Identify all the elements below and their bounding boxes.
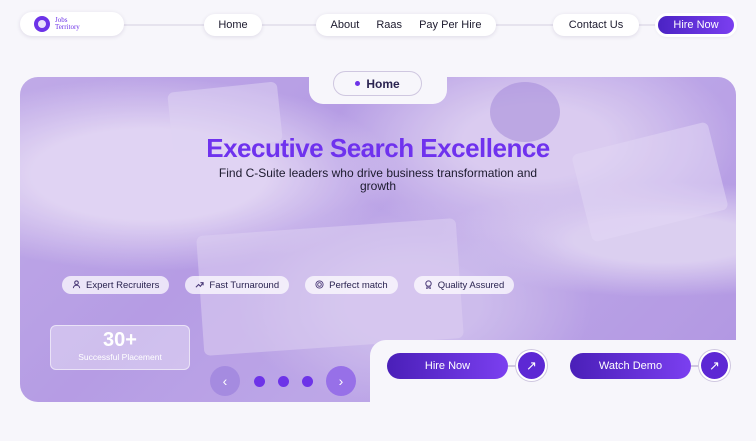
carousel-dots (254, 376, 313, 387)
chip-expert-recruiters: Expert Recruiters (62, 276, 170, 294)
nav-menu: About Raas Pay Per Hire (316, 14, 496, 36)
cta-watch-demo-button[interactable]: Watch Demo (570, 352, 691, 379)
stat-label: Successful Placement (78, 352, 162, 362)
hero-subtitle: Find C-Suite leaders who drive business … (218, 166, 538, 193)
hero-title: Executive Search Excellence (206, 133, 550, 163)
carousel-next-button[interactable]: › (326, 366, 356, 396)
nav-connector (492, 24, 556, 26)
carousel-dot[interactable] (302, 376, 313, 387)
cta-hire-now-group: Hire Now ↗ (387, 352, 545, 379)
carousel-prev-button[interactable]: ‹ (210, 366, 240, 396)
chevron-right-icon: › (338, 373, 344, 389)
nav-pay-per-hire[interactable]: Pay Per Hire (419, 19, 481, 31)
nav-about[interactable]: About (331, 19, 360, 31)
cta-connector (691, 364, 701, 367)
carousel-dot[interactable] (254, 376, 265, 387)
stat-card: 30+ Successful Placement (50, 325, 190, 370)
breadcrumb[interactable]: Home (333, 71, 422, 96)
nav-contact[interactable]: Contact Us (553, 14, 639, 36)
nav-contact-label: Contact Us (568, 19, 624, 31)
cta-hire-now-button[interactable]: Hire Now (387, 352, 508, 379)
chip-perfect-match: Perfect match (305, 276, 398, 294)
logo-line2: Territory (55, 23, 80, 31)
chip-label: Fast Turnaround (209, 279, 280, 291)
chip-quality-assured: Quality Assured (413, 276, 515, 294)
logo-text: Jobs Territory (55, 17, 80, 31)
chip-label: Quality Assured (437, 279, 505, 291)
chip-label: Perfect match (329, 279, 388, 291)
chip-fast-turnaround: Fast Turnaround (185, 276, 290, 294)
nav-connector (258, 24, 320, 26)
nav-connector (120, 24, 210, 26)
breadcrumb-label: Home (366, 76, 400, 91)
cta-connector (508, 364, 518, 367)
feature-chips: Expert Recruiters Fast Turnaround Perfec… (62, 276, 515, 294)
breadcrumb-dot-icon (355, 81, 361, 86)
logo[interactable]: Jobs Territory (20, 12, 124, 36)
carousel-dot[interactable] (278, 376, 289, 387)
users-icon (72, 279, 81, 291)
arrow-up-right-icon[interactable]: ↗ (518, 352, 545, 379)
badge-icon (424, 279, 433, 291)
hire-now-button[interactable]: Hire Now (658, 16, 734, 34)
chip-label: Expert Recruiters (86, 279, 160, 291)
stat-value: 30+ (103, 329, 137, 351)
chevron-left-icon: ‹ (222, 373, 228, 389)
nav-home-label: Home (218, 19, 248, 31)
target-icon (315, 279, 324, 291)
logo-icon (34, 16, 50, 32)
arrow-up-right-icon[interactable]: ↗ (701, 352, 728, 379)
nav-home[interactable]: Home (204, 14, 262, 36)
nav-raas[interactable]: Raas (376, 19, 402, 31)
cta-watch-demo-group: Watch Demo ↗ (570, 352, 728, 379)
trend-up-icon (195, 280, 205, 291)
